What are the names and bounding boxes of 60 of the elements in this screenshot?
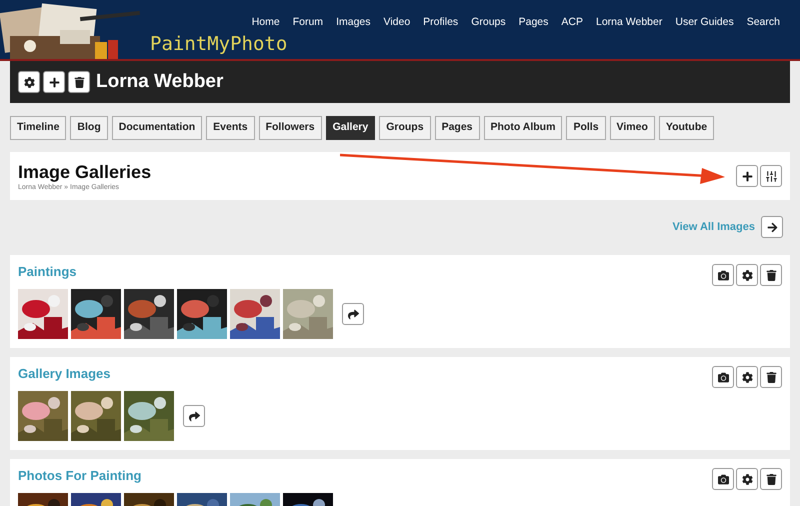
camera-button[interactable] <box>712 264 734 286</box>
settings-button[interactable] <box>736 366 758 388</box>
nav-link[interactable]: Lorna Webber <box>596 15 662 31</box>
arrow-right-icon <box>766 222 778 232</box>
camera-button[interactable] <box>712 366 734 388</box>
camera-icon <box>718 474 728 484</box>
nav-link[interactable]: User Guides <box>675 15 734 31</box>
trash-icon <box>766 270 776 280</box>
share-icon <box>188 410 200 422</box>
trash-button[interactable] <box>760 468 782 490</box>
camera-button[interactable] <box>712 468 734 490</box>
trash-button[interactable] <box>760 366 782 388</box>
tab[interactable]: Pages <box>434 116 480 140</box>
share-icon <box>348 308 358 320</box>
trash-button[interactable] <box>68 71 90 93</box>
tab[interactable]: Youtube <box>658 116 714 140</box>
settings-icon <box>24 76 34 88</box>
tab[interactable]: Groups <box>379 116 431 140</box>
tab[interactable]: Documentation <box>112 116 202 140</box>
settings-icon <box>742 372 752 382</box>
nav-link[interactable]: Images <box>336 15 370 31</box>
nav-link[interactable]: Search <box>746 15 780 31</box>
camera-icon <box>718 372 728 382</box>
tab[interactable]: Events <box>206 116 255 140</box>
arrow-right-button[interactable] <box>761 216 783 238</box>
tab[interactable]: Blog <box>70 116 108 140</box>
settings-button[interactable] <box>736 468 758 490</box>
trash-icon <box>74 76 84 88</box>
nav-link[interactable]: Forum <box>292 15 324 31</box>
share-button[interactable] <box>342 303 364 325</box>
profile-name: Lorna Webber <box>96 70 224 94</box>
trash-icon <box>766 372 776 382</box>
plus-icon <box>48 76 60 88</box>
page-title: Image Galleries <box>18 160 152 182</box>
share-button[interactable] <box>183 405 205 427</box>
plus-button[interactable] <box>43 71 65 93</box>
tab[interactable]: Gallery <box>326 116 376 140</box>
settings-button[interactable] <box>736 264 758 286</box>
nav-link[interactable]: Video <box>384 15 410 31</box>
settings-button[interactable] <box>18 71 40 93</box>
sliders-icon <box>764 170 778 182</box>
trash-button[interactable] <box>760 264 782 286</box>
site-logo-text[interactable]: PaintMyPhoto <box>150 35 288 59</box>
tab[interactable]: Timeline <box>10 116 66 140</box>
settings-icon <box>742 270 752 280</box>
nav-link[interactable]: Profiles <box>423 15 458 31</box>
tab[interactable]: Vimeo <box>610 116 655 140</box>
settings-icon <box>742 474 752 484</box>
camera-icon <box>718 270 728 280</box>
tab[interactable]: Photo Album <box>484 116 562 140</box>
nav-link[interactable]: Home <box>252 15 280 31</box>
plus-button[interactable] <box>736 165 758 187</box>
sliders-button[interactable] <box>760 165 782 187</box>
nav-link[interactable]: Pages <box>518 15 548 31</box>
plus-icon <box>742 170 752 182</box>
tab[interactable]: Polls <box>566 116 606 140</box>
nav-link[interactable]: Groups <box>471 15 506 31</box>
trash-icon <box>766 474 776 484</box>
nav-link[interactable]: ACP <box>561 15 583 31</box>
tab[interactable]: Followers <box>258 116 322 140</box>
